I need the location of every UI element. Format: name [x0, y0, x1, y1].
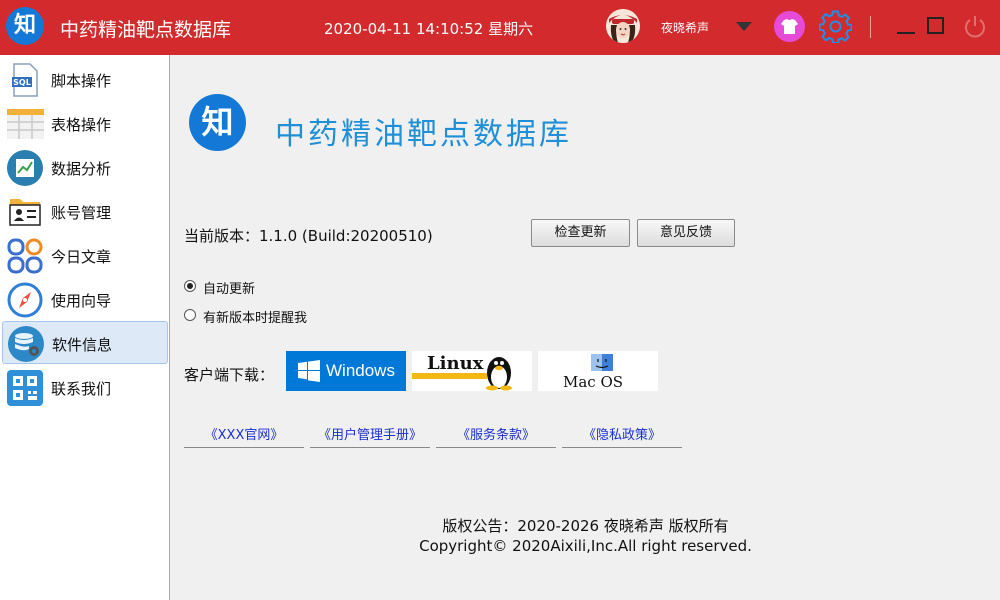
copyright-line-1: 版权公告：2020-2026 夜晓希声 版权所有 [442, 517, 729, 535]
sidebar: SQL 脚本操作 表格操作 数据分析 账号管理 今日文章 使用向导 软件信息 联… [0, 55, 170, 600]
gear-icon[interactable] [818, 10, 853, 44]
database-gear-icon [8, 326, 44, 362]
linux-tux-icon [412, 357, 512, 391]
copyright-line-2: Copyright© 2020Aixili,Inc.All right rese… [419, 537, 752, 555]
auto-update-radio[interactable] [184, 280, 196, 292]
id-card-icon [9, 199, 41, 226]
svg-text:SQL: SQL [13, 78, 31, 87]
windows-label: Windows [326, 361, 395, 380]
table-icon [7, 109, 44, 139]
sidebar-item-label: 今日文章 [51, 248, 112, 266]
sidebar-item-label: 使用向导 [51, 292, 112, 310]
sidebar-item-table[interactable]: 表格操作 [2, 102, 168, 145]
sidebar-item-label: 联系我们 [51, 380, 112, 398]
download-mac-button[interactable]: Mac OS [538, 351, 658, 391]
avatar-image [606, 9, 640, 43]
title-bar: 知 中药精油靶点数据库 2020-04-11 14:10:52 星期六 夜晓希声 [0, 0, 1000, 55]
divider [870, 16, 871, 38]
app-title: 中药精油靶点数据库 [60, 19, 232, 41]
grid-circles-icon [7, 238, 43, 274]
notify-radio[interactable] [184, 309, 196, 321]
username[interactable]: 夜晓希声 [661, 19, 709, 36]
sidebar-item-label: 账号管理 [51, 204, 112, 222]
minimize-icon[interactable] [894, 15, 918, 39]
app-logo: 知 [6, 7, 44, 45]
sidebar-item-articles[interactable]: 今日文章 [2, 234, 168, 277]
power-icon[interactable] [963, 14, 987, 40]
notify-label[interactable]: 有新版本时提醒我 [203, 307, 307, 326]
sql-script-icon: SQL [12, 63, 38, 97]
version-text: 当前版本：1.1.0 (Build:20200510) [184, 227, 433, 245]
main-panel: 知 中药精油靶点数据库 当前版本：1.1.0 (Build:20200510) … [171, 55, 1000, 600]
qr-code-icon [7, 370, 43, 406]
skin-icon[interactable] [774, 11, 805, 42]
download-linux-button[interactable]: Linux [412, 351, 532, 391]
sidebar-item-guide[interactable]: 使用向导 [2, 278, 168, 321]
brand-title: 中药精油靶点数据库 [275, 117, 572, 152]
terms-link[interactable]: 《服务条款》 [436, 424, 556, 448]
sidebar-item-label: 软件信息 [52, 336, 113, 354]
datetime-display: 2020-04-11 14:10:52 星期六 [324, 20, 534, 38]
maximize-icon[interactable] [927, 17, 944, 34]
download-windows-button[interactable]: Windows [286, 351, 406, 391]
check-update-button[interactable]: 检查更新 [531, 219, 630, 247]
sidebar-item-label: 脚本操作 [51, 72, 112, 90]
privacy-link[interactable]: 《隐私政策》 [562, 424, 682, 448]
auto-update-label[interactable]: 自动更新 [203, 278, 255, 297]
user-manual-link[interactable]: 《用户管理手册》 [310, 424, 430, 448]
brand-logo: 知 [189, 94, 246, 151]
chevron-down-icon[interactable] [736, 22, 752, 31]
download-label: 客户端下载： [184, 366, 275, 384]
mac-label: Mac OS [563, 373, 624, 391]
sidebar-item-label: 数据分析 [51, 160, 112, 178]
sidebar-item-contact[interactable]: 联系我们 [2, 366, 168, 409]
sidebar-item-account[interactable]: 账号管理 [2, 190, 168, 233]
compass-icon [7, 282, 43, 318]
feedback-button[interactable]: 意见反馈 [637, 219, 735, 247]
sidebar-item-label: 表格操作 [51, 116, 112, 134]
windows-icon [298, 360, 320, 382]
avatar[interactable] [606, 9, 640, 43]
sidebar-item-script[interactable]: SQL 脚本操作 [2, 58, 168, 101]
official-site-link[interactable]: 《XXX官网》 [184, 424, 304, 448]
chart-icon [7, 150, 43, 186]
sidebar-item-analysis[interactable]: 数据分析 [2, 146, 168, 189]
sidebar-item-info[interactable]: 软件信息 [2, 321, 168, 364]
